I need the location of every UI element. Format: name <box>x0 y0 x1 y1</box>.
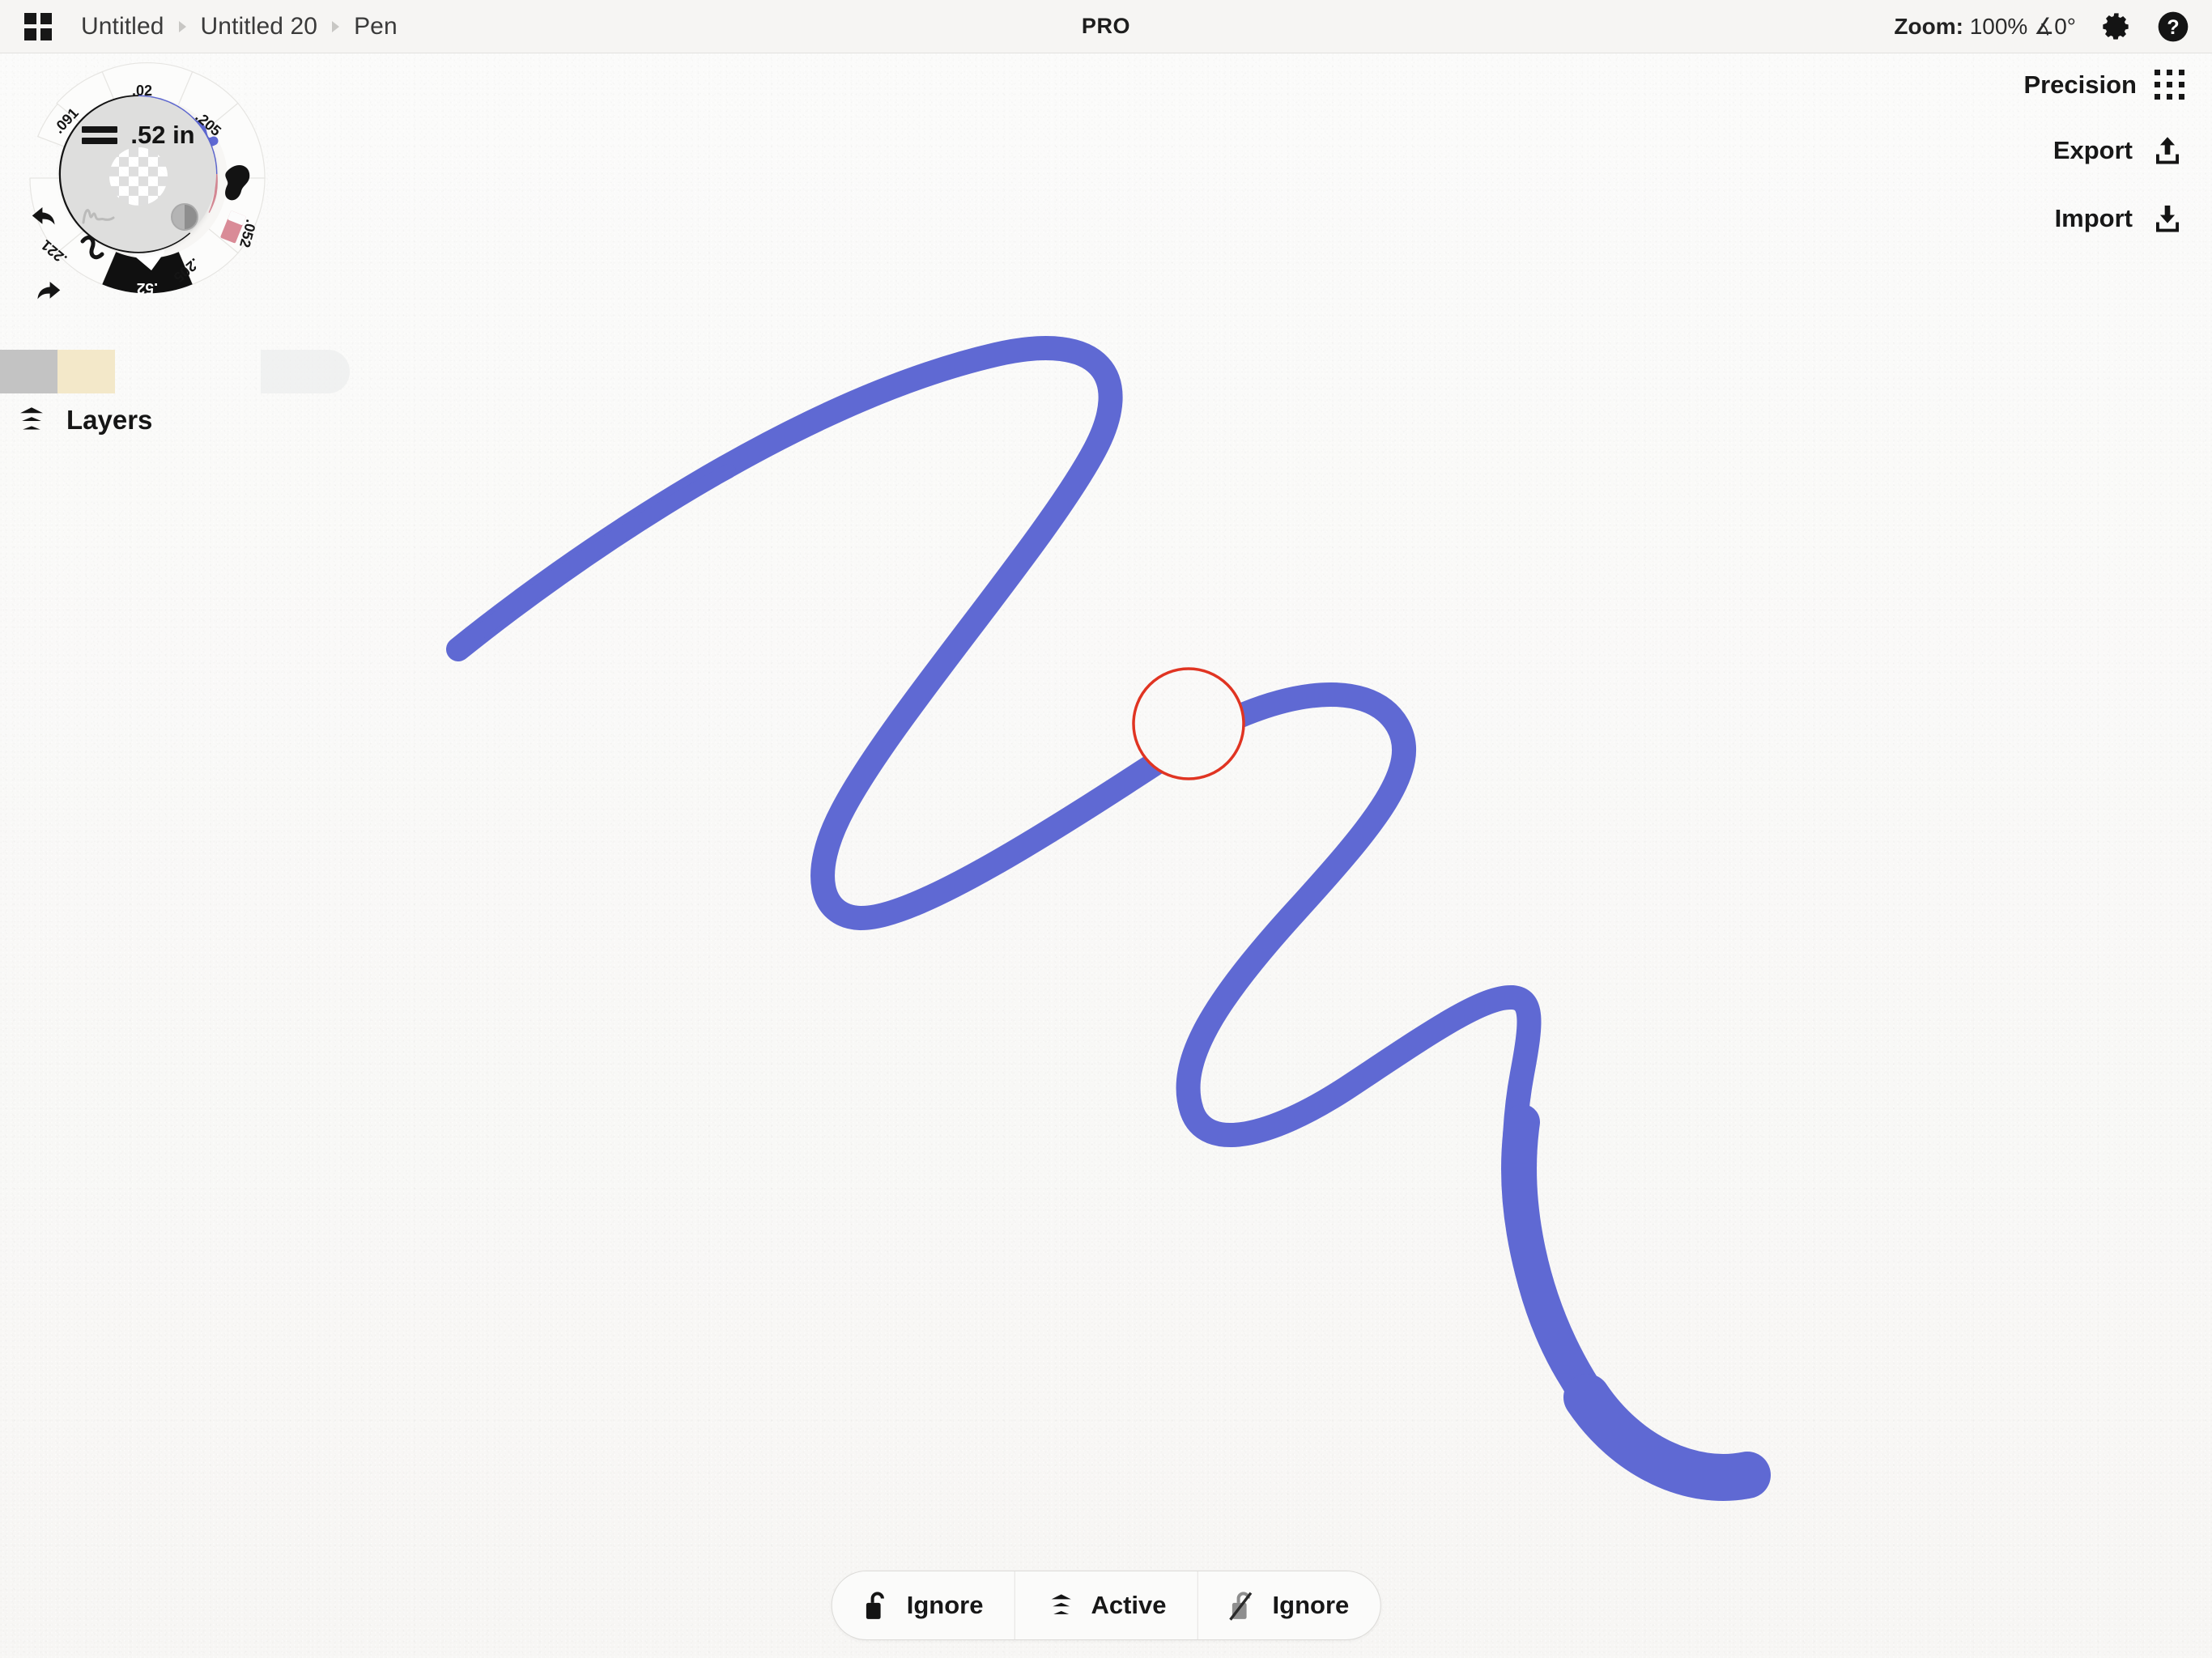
ink-stroke-taper-end-2 <box>1563 1374 1771 1501</box>
layers-button[interactable]: Layers <box>15 403 152 437</box>
grid-cell <box>40 28 52 40</box>
help-icon[interactable]: ? <box>2157 11 2189 43</box>
export-button[interactable]: Export <box>2053 134 2184 168</box>
cream-swatch[interactable] <box>57 350 115 393</box>
redo-arrow-icon[interactable] <box>28 275 65 312</box>
undo-arrow-icon[interactable] <box>28 201 65 238</box>
gear-icon[interactable] <box>2100 11 2133 43</box>
zoom-readout[interactable]: Zoom: 100% ∡0° <box>1894 13 2076 40</box>
layers-label: Layers <box>66 405 153 435</box>
ink-stroke-group <box>446 336 1771 1501</box>
gray-swatch[interactable] <box>0 350 57 393</box>
dot-grid-icon <box>2155 70 2184 100</box>
zoom-label: Zoom: <box>1894 14 1963 39</box>
grid-cell <box>24 28 36 40</box>
transparent-checkerboard-swatch[interactable] <box>109 147 168 206</box>
top-bar: Untitled Untitled 20 Pen PRO Zoom: 100% … <box>0 0 2212 53</box>
opacity-contrast-icon[interactable] <box>171 203 198 231</box>
stroke-preview-icon <box>79 202 116 229</box>
lock-disabled-ignore-button[interactable]: Ignore <box>1197 1571 1380 1639</box>
drawing-canvas[interactable] <box>0 53 2212 1658</box>
breadcrumb-item-tool[interactable]: Pen <box>351 11 401 42</box>
pro-badge: PRO <box>1081 14 1131 38</box>
export-upload-icon <box>2150 134 2184 168</box>
brush-size-icon <box>82 126 118 144</box>
precision-button[interactable]: Precision <box>2023 70 2184 100</box>
lock-ignore-label: Ignore <box>906 1591 984 1619</box>
app-grid-icon[interactable] <box>24 12 52 40</box>
svg-text:?: ? <box>2167 15 2179 38</box>
blob-brush-icon <box>225 164 250 201</box>
radial-tool-wheel[interactable]: .091 .02 .205 .052 .205 .52 .221 .52 in <box>18 57 277 316</box>
brush-size-readout[interactable]: .52 in <box>61 121 216 150</box>
right-action-panel: Precision Export Import <box>2023 70 2184 236</box>
import-label: Import <box>2054 204 2133 232</box>
tool-wheel-hub[interactable]: .52 in <box>61 96 216 252</box>
layers-stack-icon <box>15 403 49 437</box>
breadcrumb-separator-icon <box>332 20 340 32</box>
lock-disabled-ignore-label: Ignore <box>1272 1591 1350 1619</box>
top-bar-right-group: Zoom: 100% ∡0° ? <box>1894 11 2189 43</box>
canvas-artwork <box>446 336 1771 1501</box>
breadcrumb-item-document[interactable]: Untitled <box>78 11 168 42</box>
layers-stack-icon <box>1045 1590 1076 1621</box>
layer-active-button[interactable]: Active <box>1014 1571 1197 1639</box>
breadcrumb-item-page[interactable]: Untitled 20 <box>198 11 321 42</box>
breadcrumb: Untitled Untitled 20 Pen <box>78 11 401 42</box>
bottom-status-bar: Ignore Active Ignore <box>831 1571 1381 1640</box>
unlocked-padlock-icon <box>863 1589 892 1622</box>
grid-cell <box>24 12 36 24</box>
precision-label: Precision <box>2023 70 2137 99</box>
import-button[interactable]: Import <box>2055 202 2184 236</box>
brush-size-value: .52 in <box>130 121 195 149</box>
grid-cell <box>40 12 52 24</box>
zoom-value: 100% <box>1969 14 2028 39</box>
wheel-label-205-bottom: .205 <box>171 255 203 286</box>
color-swatch-strip <box>0 350 350 393</box>
wheel-label-active-52: .52 <box>137 279 158 296</box>
padlock-slash-icon <box>1229 1589 1258 1622</box>
lock-ignore-button[interactable]: Ignore <box>832 1571 1015 1639</box>
layer-active-label: Active <box>1091 1591 1167 1619</box>
import-download-icon <box>2150 202 2184 236</box>
swatch-overflow-pill[interactable] <box>261 350 350 393</box>
rotation-value: ∡0° <box>2034 14 2076 39</box>
wheel-label-221: .221 <box>38 236 70 267</box>
export-label: Export <box>2052 136 2133 164</box>
breadcrumb-separator-icon <box>178 20 186 32</box>
